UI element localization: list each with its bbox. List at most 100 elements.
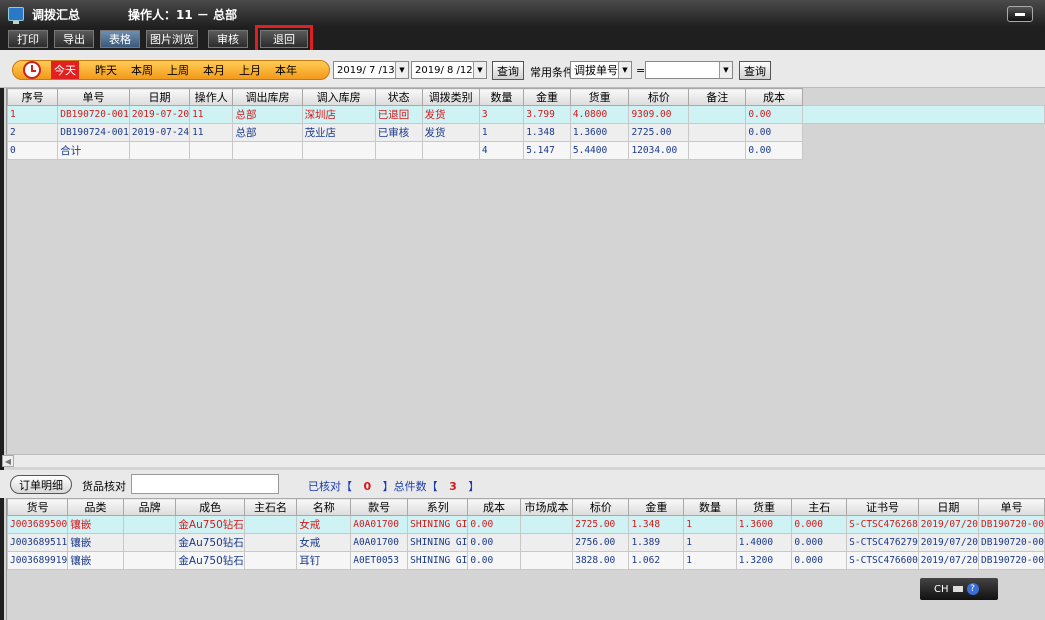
cell: 金Au750钻石 [175, 533, 245, 552]
cell: J003689511 [7, 533, 69, 552]
col-header[interactable]: 日期 [917, 498, 980, 516]
cell: 2019-07-20 [128, 105, 191, 124]
scroll-left-icon[interactable]: ◀ [2, 455, 14, 467]
horizontal-scrollbar[interactable] [6, 454, 1045, 467]
export-button[interactable]: 导出 [54, 30, 94, 48]
cell: 2019-07-24 [128, 123, 191, 142]
detail-row[interactable]: J003689919 镶嵌 金Au750钻石 耳钉 A0ET0053 SHINI… [7, 551, 1045, 570]
chevron-down-icon[interactable]: ▼ [618, 62, 631, 78]
date-to-picker[interactable]: 2019/ 8 /12 ▼ [411, 61, 487, 79]
image-browse-button[interactable]: 图片浏览 [146, 30, 198, 48]
condition-field-select[interactable]: 调拔单号 ▼ [570, 61, 632, 79]
cell: 9309.00 [628, 105, 690, 124]
table-total-row[interactable]: 0 合计 4 5.147 5.4400 12034.00 0.00 [6, 141, 1045, 160]
keyboard-icon[interactable] [952, 586, 963, 592]
cell: 1.389 [628, 533, 685, 552]
col-header[interactable]: 数量 [478, 88, 525, 106]
col-header[interactable]: 单号 [978, 498, 1045, 516]
ime-language[interactable]: CH [934, 584, 949, 595]
minimize-button[interactable] [1007, 6, 1033, 22]
period-this-year[interactable]: 本年 [275, 62, 297, 78]
col-header[interactable]: 操作人 [189, 88, 234, 106]
period-last-week[interactable]: 上周 [167, 62, 189, 78]
col-header[interactable]: 主石 [791, 498, 848, 516]
cell: 2019/07/20 [917, 515, 980, 534]
col-header[interactable]: 成本 [467, 498, 521, 516]
clock-icon[interactable] [23, 61, 41, 79]
return-button[interactable]: 退回 [255, 25, 313, 53]
col-header[interactable]: 证书号 [846, 498, 919, 516]
col-header[interactable]: 调拨类别 [421, 88, 480, 106]
cell-fill [802, 123, 1045, 142]
period-last-month[interactable]: 上月 [239, 62, 261, 78]
period-this-month[interactable]: 本月 [203, 62, 225, 78]
cell: 2 [6, 123, 59, 142]
help-icon[interactable]: ? [966, 583, 979, 595]
col-header[interactable]: 数量 [683, 498, 737, 516]
col-header[interactable]: 备注 [688, 88, 747, 106]
cell: 已退回 [374, 105, 423, 124]
col-header[interactable]: 名称 [296, 498, 352, 516]
cell [122, 515, 177, 534]
period-yesterday[interactable]: 昨天 [95, 62, 117, 78]
table-row[interactable]: 1 DB190720-001 2019-07-20 11 总部 深圳店 已退回 … [6, 105, 1045, 124]
chevron-down-icon[interactable]: ▼ [473, 62, 486, 78]
period-this-week[interactable]: 本周 [131, 62, 153, 78]
detail-row[interactable]: J003689511 镶嵌 金Au750钻石 女戒 A0A01700 SHINI… [7, 533, 1045, 552]
col-header[interactable]: 货重 [735, 498, 793, 516]
detail-row[interactable]: J003689500 镶嵌 金Au750钻石 女戒 A0A01700 SHINI… [7, 515, 1045, 534]
col-header[interactable]: 系列 [407, 498, 469, 516]
col-header[interactable]: 金重 [523, 88, 571, 106]
cell: SHINING GI [407, 533, 469, 552]
condition-query-button[interactable]: 查询 [739, 61, 771, 80]
col-header[interactable]: 市场成本 [519, 498, 574, 516]
col-header[interactable]: 调出库房 [232, 88, 303, 106]
cell: A0ET0053 [350, 551, 409, 570]
col-header[interactable]: 品牌 [122, 498, 177, 516]
goods-check-input[interactable] [131, 474, 279, 494]
table-row[interactable]: 2 DB190724-001 2019-07-24 11 总部 茂业店 已审核 … [6, 123, 1045, 142]
cell [243, 533, 298, 552]
cell: 已审核 [374, 123, 423, 142]
cell [519, 515, 574, 534]
cell: 5.147 [523, 141, 571, 160]
condition-value-input[interactable]: ▼ [645, 61, 733, 79]
col-header[interactable]: 状态 [374, 88, 423, 106]
col-header[interactable]: 货号 [7, 498, 69, 516]
period-today[interactable]: 今天 [51, 61, 79, 79]
order-detail-button[interactable]: 订单明细 [10, 475, 72, 494]
chevron-down-icon[interactable]: ▼ [719, 62, 732, 78]
cell: 3828.00 [572, 551, 630, 570]
col-header[interactable]: 成本 [745, 88, 803, 106]
table-view-button[interactable]: 表格 [100, 30, 140, 48]
filter-bar: 今天 昨天 本周 上周 本月 上月 本年 2019/ 7 /13 ▼ 2019/… [0, 50, 1045, 88]
col-header[interactable]: 标价 [572, 498, 630, 516]
col-header[interactable]: 金重 [628, 498, 685, 516]
check-stats: 已核对【 0 】总件数【 3 】 [308, 478, 479, 494]
cell: 0.000 [791, 533, 848, 552]
col-header[interactable]: 成色 [175, 498, 245, 516]
query-button[interactable]: 查询 [492, 61, 524, 80]
review-button[interactable]: 审核 [208, 30, 248, 48]
cell: DB190720-00 [978, 551, 1045, 570]
cell: S-CTSC476268 [846, 515, 919, 534]
col-header[interactable]: 调入库房 [301, 88, 376, 106]
col-header[interactable]: 日期 [128, 88, 191, 106]
cell: 2725.00 [572, 515, 630, 534]
cell: 0.00 [467, 551, 521, 570]
cell: 1 [478, 123, 525, 142]
date-from-picker[interactable]: 2019/ 7 /13 ▼ [333, 61, 409, 79]
print-button[interactable]: 打印 [8, 30, 48, 48]
col-header[interactable]: 主石名 [243, 498, 298, 516]
col-header[interactable]: 序号 [6, 88, 59, 106]
cell [122, 551, 177, 570]
cell [128, 141, 191, 160]
col-header[interactable]: 品类 [67, 498, 124, 516]
total-label: 】总件数【 [382, 480, 438, 493]
col-header[interactable]: 款号 [350, 498, 409, 516]
col-header[interactable]: 单号 [57, 88, 130, 106]
ime-toolbar[interactable]: CH ? [920, 578, 998, 600]
col-header[interactable]: 货重 [569, 88, 630, 106]
col-header[interactable]: 标价 [628, 88, 690, 106]
chevron-down-icon[interactable]: ▼ [395, 62, 408, 78]
